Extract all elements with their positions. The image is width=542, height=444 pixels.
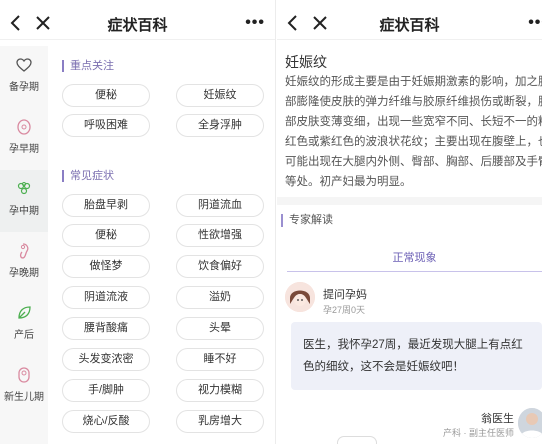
symptom-chip[interactable]: 便秘 (62, 224, 150, 247)
close-icon[interactable] (33, 12, 53, 34)
asker-name: 提问孕妈 (323, 289, 367, 301)
back-arrow-icon[interactable] (6, 12, 26, 34)
sidebar-item-mid[interactable]: 孕中期 (0, 170, 48, 232)
symptom-chip[interactable]: 手/脚肿 (62, 379, 150, 402)
embryo-icon (17, 119, 31, 135)
doctor-avatar (518, 408, 542, 438)
back-arrow-icon[interactable] (283, 12, 303, 34)
baby-icon (18, 367, 30, 383)
symptom-chip[interactable]: 阴道流液 (62, 286, 150, 309)
asker-avatar-icon (285, 282, 315, 312)
symptom-chip[interactable]: 便秘 (62, 84, 150, 107)
symptom-chip[interactable]: 乳房增大 (176, 410, 264, 433)
leaf-icon (18, 306, 31, 319)
symptom-chip[interactable]: 饮食偏好 (176, 255, 264, 278)
symptom-chip[interactable]: 头发变浓密 (62, 348, 150, 371)
doctor-title: 产科 · 副主任医师 (443, 428, 514, 438)
sidebar-item-prepregnancy[interactable]: 备孕期 (0, 46, 48, 108)
symptom-chip[interactable]: 妊娠纹 (176, 84, 264, 107)
close-icon[interactable] (310, 12, 330, 34)
asker-week: 孕27周0天 (323, 305, 366, 315)
symptom-chip[interactable]: 胎盘早剥 (62, 194, 150, 217)
symptom-chip[interactable]: 性欲增强 (176, 224, 264, 247)
sidebar-item-newborn[interactable]: 新生儿期 (0, 356, 48, 418)
doctor-avatar-icon (518, 408, 542, 438)
sidebar-item-label: 孕早期 (9, 144, 39, 155)
section-title-common: 常见症状 (62, 170, 114, 182)
symptom-description: 妊娠纹的形成主要是由于妊娠期激素的影响，加之腹部膨隆使皮肤的弹力纤维与胶原纤维损… (285, 76, 542, 188)
sidebar-item-early[interactable]: 孕早期 (0, 108, 48, 170)
stage-sidebar: 备孕期 孕早期 孕中期 孕晚期 产后 新生儿期 (0, 46, 48, 444)
sidebar-item-late[interactable]: 孕晚期 (0, 232, 48, 294)
sidebar-item-label: 孕晚期 (9, 268, 39, 279)
nav-bar: 症状百科 ••• (277, 6, 542, 40)
heart-icon (16, 58, 32, 72)
fetus-icon (19, 243, 29, 259)
avatar (285, 282, 315, 312)
section-title-focus: 重点关注 (62, 60, 114, 72)
symptom-chip[interactable]: 做怪梦 (62, 255, 150, 278)
symptom-chip[interactable]: 阴道流血 (176, 194, 264, 217)
more-icon[interactable]: ••• (528, 14, 542, 32)
symptom-chip[interactable]: 烧心/反酸 (62, 410, 150, 433)
symptom-chip[interactable]: 溢奶 (176, 286, 264, 309)
sidebar-item-postpartum[interactable]: 产后 (0, 294, 48, 356)
sidebar-item-label: 新生儿期 (4, 392, 44, 403)
symptom-chip[interactable]: 呼吸困难 (62, 114, 150, 137)
sidebar-item-label: 备孕期 (9, 82, 39, 93)
symptom-chip[interactable]: 腰背酸痛 (62, 317, 150, 340)
symptom-chip[interactable]: 头晕 (176, 317, 264, 340)
section-title-expert: 专家解读 (281, 214, 333, 227)
nav-bar: 症状百科 ••• (0, 6, 275, 40)
tab-normal[interactable]: 正常现象 (287, 244, 542, 272)
more-icon[interactable]: ••• (245, 14, 265, 32)
symptom-chip[interactable]: 睡不好 (176, 348, 264, 371)
right-screen: 症状百科 ••• 妊娠纹 妊娠纹的形成主要是由于妊娠期激素的影响，加之腹部膨隆使… (277, 0, 542, 444)
symptom-title: 妊娠纹 (285, 54, 327, 70)
sidebar-item-label: 孕中期 (9, 206, 39, 217)
symptom-chip[interactable]: 视力模糊 (176, 379, 264, 402)
question-bubble: 医生，我怀孕27周，最近发现大腿上有点红色的细纹，这不会是妊娠纹吧！ (291, 322, 542, 390)
symptom-chip[interactable]: 全身浮肿 (176, 114, 264, 137)
doctor-name: 翁医生 (481, 413, 514, 425)
symptom-list: 重点关注 便秘 妊娠纹 呼吸困难 全身浮肿 常见症状 胎盘早剥 阴道流血 便秘 … (48, 46, 275, 444)
answer-bubble-edge (337, 436, 377, 444)
grapes-icon (17, 182, 31, 195)
left-screen: 症状百科 ••• 备孕期 孕早期 孕中期 孕晚期 产后 新生儿期 重点关注 便秘… (0, 0, 276, 444)
sidebar-item-label: 产后 (14, 330, 34, 341)
section-divider (277, 197, 542, 205)
